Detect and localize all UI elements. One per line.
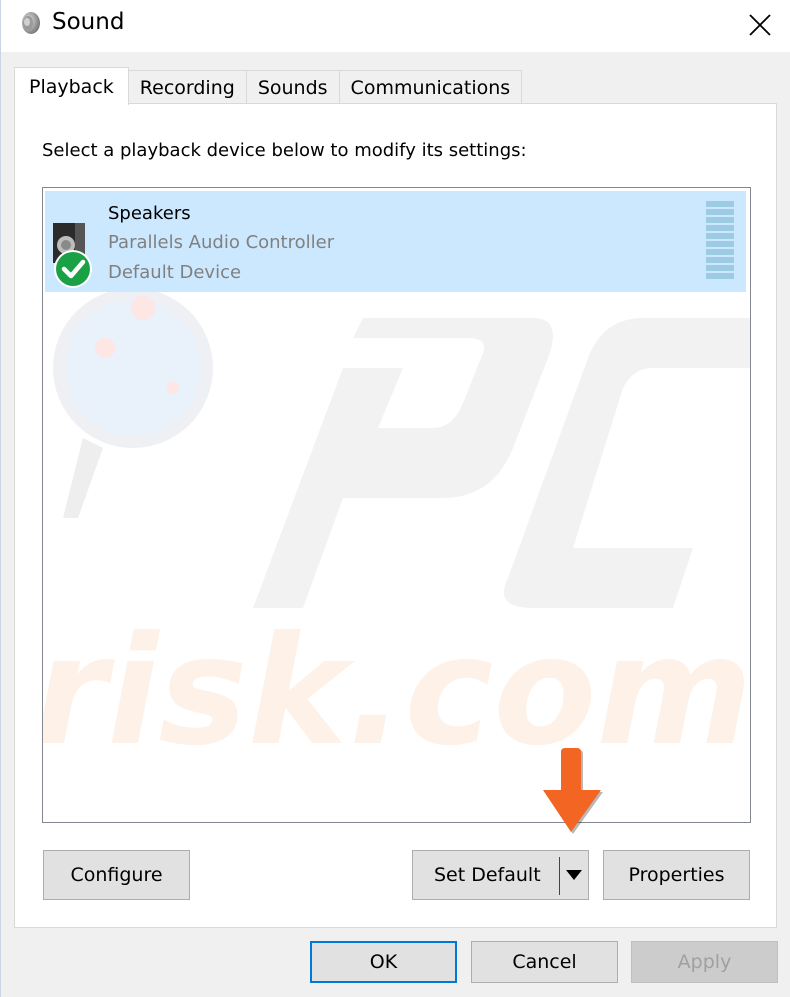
ok-button[interactable]: OK (310, 941, 457, 983)
default-check-icon (54, 250, 92, 288)
playback-panel: Select a playback device below to modify… (14, 103, 777, 928)
cancel-button[interactable]: Cancel (471, 941, 618, 983)
level-meter-bar (706, 209, 734, 215)
level-meter-bar (706, 273, 734, 279)
level-meter-bar (706, 233, 734, 239)
close-button[interactable] (729, 0, 790, 50)
device-item-speakers[interactable]: Speakers Parallels Audio Controller Defa… (45, 191, 746, 292)
orange-down-arrow-icon (543, 748, 603, 834)
level-meter-bar (706, 241, 734, 247)
properties-button[interactable]: Properties (603, 850, 750, 900)
window-title: Sound (52, 9, 125, 35)
device-name: Speakers (108, 203, 191, 224)
tab-playback[interactable]: Playback (14, 67, 129, 105)
set-default-label: Set Default (434, 864, 541, 886)
dropdown-arrow-icon (566, 870, 582, 880)
svg-text:risk.com: risk.com (43, 605, 751, 779)
tab-strip: Playback Recording Sounds Communications (14, 67, 523, 105)
level-meter-bar (706, 217, 734, 223)
tab-communications[interactable]: Communications (338, 70, 523, 104)
level-meter-bar (706, 249, 734, 255)
speaker-icon (22, 12, 40, 34)
device-list[interactable]: risk.com Speakers Parallels Audio Contro… (42, 187, 751, 823)
level-meter (706, 201, 734, 279)
instruction-text: Select a playback device below to modify… (42, 140, 527, 161)
device-status: Default Device (108, 262, 242, 283)
level-meter-bar (706, 257, 734, 263)
tab-sounds[interactable]: Sounds (245, 70, 340, 104)
set-default-dropdown-button[interactable] (560, 851, 588, 899)
speaker-device-icon (53, 223, 92, 288)
title-bar: Sound (1, 0, 790, 52)
set-default-split-button[interactable]: Set Default (412, 850, 589, 900)
close-icon (749, 14, 771, 36)
device-controller: Parallels Audio Controller (108, 232, 335, 253)
level-meter-bar (706, 201, 734, 207)
tab-recording[interactable]: Recording (127, 70, 247, 104)
level-meter-bar (706, 225, 734, 231)
configure-button[interactable]: Configure (43, 850, 190, 900)
level-meter-bar (706, 265, 734, 271)
apply-button: Apply (631, 941, 778, 983)
sound-dialog: Sound Playback Recording Sounds Communic… (0, 0, 790, 997)
